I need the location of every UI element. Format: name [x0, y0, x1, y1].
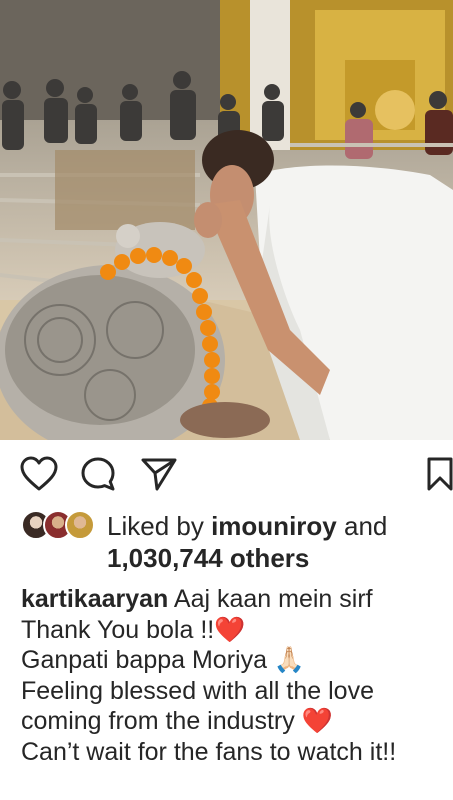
- likes-count-link[interactable]: 1,030,744 others: [107, 542, 309, 574]
- heart-icon[interactable]: [20, 456, 58, 492]
- liked-by-avatars[interactable]: [21, 510, 97, 542]
- bookmark-icon[interactable]: [426, 456, 453, 492]
- liked-by-user-link[interactable]: imouniroy: [211, 511, 337, 541]
- post-image[interactable]: [0, 0, 453, 440]
- share-icon[interactable]: [140, 456, 178, 492]
- caption-line: kartikaaryan Aaj kaan mein sirf: [21, 584, 451, 615]
- liked-by-text: Liked by imouniroy and: [107, 510, 387, 542]
- avatar: [65, 510, 95, 540]
- caption-line: Thank You bola !!❤️: [21, 615, 246, 644]
- caption-line: Can’t wait for the fans to watch it!!: [21, 737, 397, 766]
- post-photo-illustration: [0, 0, 453, 440]
- comment-icon[interactable]: [80, 456, 116, 492]
- liked-by-prefix: Liked by: [107, 511, 204, 541]
- caption-line: Ganpati bappa Moriya 🙏🏻: [21, 646, 306, 674]
- caption-line: Feeling blessed with all the love: [21, 676, 374, 705]
- liked-by-and: and: [343, 511, 388, 541]
- post-caption: kartikaaryan Aaj kaan mein sirf Thank Yo…: [21, 584, 451, 767]
- caption-text: Aaj kaan mein sirf: [173, 585, 373, 613]
- caption-line: coming from the industry ❤️: [21, 707, 333, 735]
- caption-username-link[interactable]: kartikaaryan: [21, 585, 168, 613]
